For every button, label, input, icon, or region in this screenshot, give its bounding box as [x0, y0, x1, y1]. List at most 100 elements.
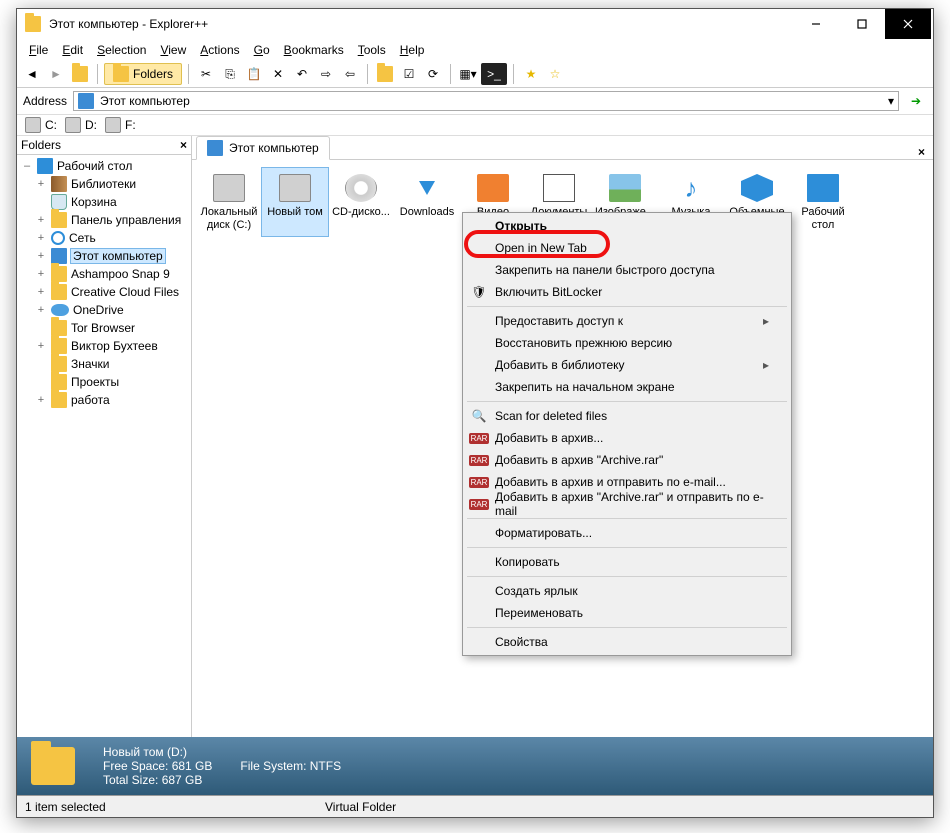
context-menu-item[interactable]: Open in New Tab [465, 237, 789, 259]
tree-item[interactable]: +Виктор Бухтеев [17, 337, 191, 355]
copy-button[interactable]: ⎘ [219, 63, 241, 85]
new-folder-button[interactable] [374, 63, 396, 85]
minimize-button[interactable] [793, 9, 839, 39]
tree-item[interactable]: +Creative Cloud Files [17, 283, 191, 301]
context-menu-item[interactable]: RARДобавить в архив... [465, 427, 789, 449]
toolbar: ◄ ► Folders ✂ ⎘ 📋 ✕ ↶ ⇨ ⇦ ☑ ⟳ ▦▾ >_ ★ ☆ [17, 61, 933, 88]
maximize-button[interactable] [839, 9, 885, 39]
back-button[interactable]: ◄ [21, 63, 43, 85]
window-title: Этот компьютер - Explorer++ [49, 17, 793, 31]
file-view[interactable]: Локальный диск (C:)Новый томCD-диско...D… [192, 160, 933, 737]
address-bar: Address Этот компьютер ▾ ➔ [17, 88, 933, 115]
drive-F[interactable]: F: [105, 117, 136, 133]
terminal-button[interactable]: >_ [481, 63, 507, 85]
context-menu-item[interactable]: Свойства [465, 631, 789, 653]
bookmark-button[interactable]: ★ [520, 63, 542, 85]
tab-label: Этот компьютер [229, 141, 319, 155]
refresh-button[interactable]: ⟳ [422, 63, 444, 85]
detail-total: Total Size: 687 GB [103, 773, 212, 787]
details-text: Новый том (D:) Free Space: 681 GB Total … [103, 745, 212, 787]
sidebar-close-button[interactable]: × [180, 138, 187, 152]
tree-item[interactable]: +работа [17, 391, 191, 409]
drive-C[interactable]: C: [25, 117, 57, 133]
context-menu-item[interactable]: Закрепить на начальном экране [465, 376, 789, 398]
context-menu-item[interactable]: Создать ярлык [465, 580, 789, 602]
tree-item[interactable]: +Библиотеки [17, 175, 191, 193]
context-menu-item[interactable]: 🛡Включить BitLocker [465, 281, 789, 303]
forward-button[interactable]: ► [45, 63, 67, 85]
menu-file[interactable]: File [23, 41, 54, 59]
status-selection: 1 item selected [25, 800, 325, 814]
menu-bookmarks[interactable]: Bookmarks [278, 41, 350, 59]
context-menu-item[interactable]: Копировать [465, 551, 789, 573]
delete-button[interactable]: ✕ [267, 63, 289, 85]
close-button[interactable] [885, 9, 931, 39]
tree-item[interactable]: –Рабочий стол [17, 157, 191, 175]
context-menu-item[interactable]: Восстановить прежнюю версию [465, 332, 789, 354]
app-window: Этот компьютер - Explorer++ FileEditSele… [16, 8, 934, 818]
details-pane: Новый том (D:) Free Space: 681 GB Total … [17, 737, 933, 795]
undo-button[interactable]: ↶ [291, 63, 313, 85]
tree-item[interactable]: Значки [17, 355, 191, 373]
context-menu-item[interactable]: Форматировать... [465, 522, 789, 544]
tab-bar: Этот компьютер × [192, 136, 933, 160]
menu-help[interactable]: Help [394, 41, 431, 59]
move-to-button[interactable]: ⇦ [339, 63, 361, 85]
file-item[interactable]: Рабочий стол [790, 168, 856, 236]
tab-close-button[interactable]: × [910, 145, 933, 159]
file-item[interactable]: CD-диско... [328, 168, 394, 236]
context-menu-item[interactable]: Закрепить на панели быстрого доступа [465, 259, 789, 281]
context-menu-item[interactable]: RARДобавить в архив "Archive.rar" и отпр… [465, 493, 789, 515]
file-item[interactable]: Локальный диск (C:) [196, 168, 262, 236]
address-input[interactable]: Этот компьютер ▾ [73, 91, 899, 111]
folder-tree-panel: Folders × –Рабочий стол+БиблиотекиКорзин… [17, 136, 192, 737]
tree-item[interactable]: +OneDrive [17, 301, 191, 319]
menu-view[interactable]: View [154, 41, 192, 59]
tab-this-pc[interactable]: Этот компьютер [196, 136, 330, 160]
titlebar[interactable]: Этот компьютер - Explorer++ [17, 9, 933, 39]
file-item[interactable]: Downloads [394, 168, 460, 236]
context-menu-item[interactable]: Открыть [465, 215, 789, 237]
context-menu-item[interactable]: 🔍Scan for deleted files [465, 405, 789, 427]
menu-selection[interactable]: Selection [91, 41, 152, 59]
folders-label: Folders [133, 67, 173, 81]
tree-item[interactable]: +Панель управления [17, 211, 191, 229]
address-label: Address [23, 94, 67, 108]
tree-item[interactable]: +Сеть [17, 229, 191, 247]
menu-actions[interactable]: Actions [194, 41, 245, 59]
context-menu: ОткрытьOpen in New TabЗакрепить на панел… [462, 212, 792, 656]
detail-filesystem: File System: NTFS [240, 759, 341, 773]
menu-go[interactable]: Go [248, 41, 276, 59]
context-menu-item[interactable]: RARДобавить в архив "Archive.rar" [465, 449, 789, 471]
status-bar: 1 item selected Virtual Folder [17, 795, 933, 817]
tree-item[interactable]: Проекты [17, 373, 191, 391]
context-menu-item[interactable]: Предоставить доступ к▸ [465, 310, 789, 332]
copy-to-button[interactable]: ⇨ [315, 63, 337, 85]
tree-item[interactable]: +Ashampoo Snap 9 [17, 265, 191, 283]
sidebar-title: Folders [21, 138, 180, 152]
drive-D[interactable]: D: [65, 117, 97, 133]
go-button[interactable]: ➔ [905, 90, 927, 112]
menu-tools[interactable]: Tools [352, 41, 392, 59]
up-button[interactable] [69, 63, 91, 85]
detail-free: Free Space: 681 GB [103, 759, 212, 773]
tree-item[interactable]: Корзина [17, 193, 191, 211]
dropdown-icon[interactable]: ▾ [888, 94, 894, 108]
menu-edit[interactable]: Edit [56, 41, 89, 59]
bookmark-add-button[interactable]: ☆ [544, 63, 566, 85]
folder-tree[interactable]: –Рабочий стол+БиблиотекиКорзина+Панель у… [17, 155, 191, 737]
menubar: FileEditSelectionViewActionsGoBookmarksT… [17, 39, 933, 61]
views-button[interactable]: ▦▾ [457, 63, 479, 85]
context-menu-item[interactable]: Переименовать [465, 602, 789, 624]
cut-button[interactable]: ✂ [195, 63, 217, 85]
context-menu-item[interactable]: Добавить в библиотеку▸ [465, 354, 789, 376]
properties-button[interactable]: ☑ [398, 63, 420, 85]
tree-item[interactable]: +Этот компьютер [17, 247, 191, 265]
app-icon [25, 16, 41, 32]
sidebar-header: Folders × [17, 136, 191, 155]
folders-toggle[interactable]: Folders [104, 63, 182, 85]
file-item[interactable]: Новый том [262, 168, 328, 236]
paste-button[interactable]: 📋 [243, 63, 265, 85]
tree-item[interactable]: Tor Browser [17, 319, 191, 337]
computer-icon [78, 93, 94, 109]
